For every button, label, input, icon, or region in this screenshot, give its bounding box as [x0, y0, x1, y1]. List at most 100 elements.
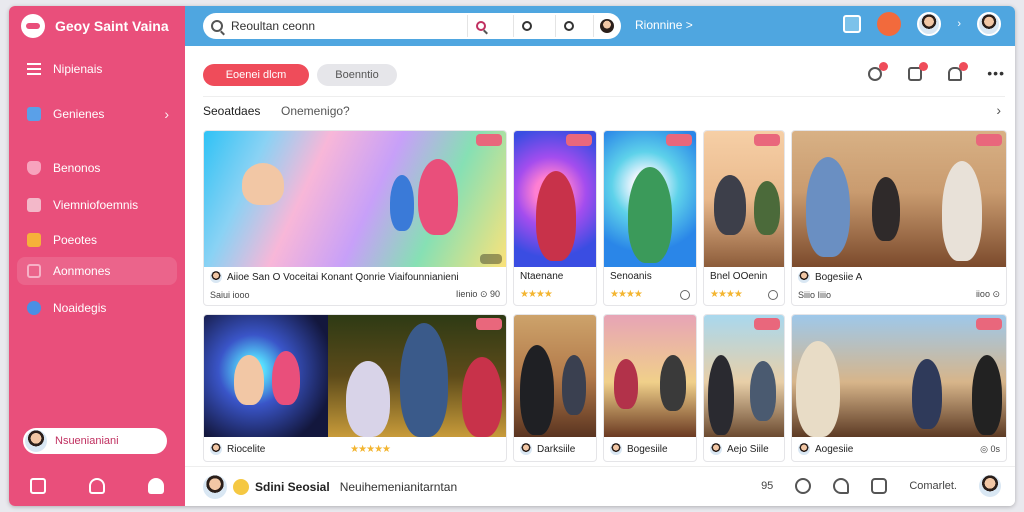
tab-secondary[interactable]: Boenntio [317, 64, 397, 86]
video-card[interactable]: Bogesiile [603, 314, 697, 462]
video-card[interactable]: Senoanis ★★★★ [603, 130, 697, 306]
card-meta: Darksiile [520, 443, 590, 455]
card-stats: ★★★★ [610, 289, 690, 300]
bell-button[interactable] [947, 62, 969, 82]
timer-button[interactable] [867, 62, 889, 82]
card-meta: Ntaenane [520, 271, 590, 282]
figure [390, 175, 414, 231]
figure [754, 181, 780, 235]
live-tag [976, 318, 1002, 330]
card-stats: Saiui iooo Iienio ⊙ 90 [210, 289, 500, 300]
sidebar-item-label: Poeotes [53, 233, 98, 247]
emoji-icon[interactable] [233, 479, 249, 495]
circle-icon [563, 21, 574, 31]
avatar[interactable] [977, 12, 1001, 36]
chevron-right-icon[interactable]: › [957, 18, 961, 30]
card-meta: Bogesiile [610, 443, 690, 455]
bookmark-icon[interactable] [871, 478, 888, 494]
status-button[interactable] [555, 15, 581, 37]
sidebar-item-genienes[interactable]: Genienes › [17, 100, 177, 128]
video-card[interactable]: Aejo Siile [703, 314, 785, 462]
video-card[interactable]: Aogesiie ◎ 0s [791, 314, 1007, 462]
sidebar-item-aonmones[interactable]: Aonmones [17, 257, 177, 285]
video-card[interactable]: Riocelite ★★★★★ [203, 314, 507, 462]
sidebar-item-noaidegis[interactable]: Noaidegis [17, 294, 177, 322]
top-link[interactable]: Rionnine > [635, 18, 693, 32]
avatar [798, 271, 810, 283]
people-icon[interactable] [88, 478, 105, 494]
card-subtitle: Siiio Iiiio [798, 289, 832, 300]
card-title: Darksiile [537, 443, 576, 455]
tab-bar: Eoenei dlcm Boenntio [203, 64, 397, 86]
figure [806, 157, 850, 257]
figure [912, 359, 942, 429]
video-card[interactable]: Bnel OOenin ★★★★ [703, 130, 785, 306]
brand[interactable]: Geoy Saint Vaina [21, 14, 169, 38]
card-title: Riocelite [227, 443, 266, 455]
chevron-right-icon[interactable]: › [996, 102, 1001, 118]
card-title: Bnel OOenin [710, 271, 768, 282]
video-card[interactable]: Darksiile [513, 314, 597, 462]
video-card[interactable]: Ntaenane ★★★★ [513, 130, 597, 306]
section-subtitle[interactable]: Onemenigo? [281, 104, 350, 118]
avatar [520, 443, 532, 455]
avatar[interactable] [979, 475, 1001, 497]
sidebar-item-label: Benonos [53, 161, 101, 175]
grid-icon[interactable] [30, 478, 47, 494]
tab-primary[interactable]: Eoenei dlcm [203, 64, 309, 86]
search-submit-button[interactable] [467, 15, 493, 37]
sidebar-item-label: Nipienais [53, 62, 103, 76]
sidebar-item-poeotes[interactable]: Poeotes [17, 226, 177, 254]
figure [562, 355, 586, 415]
search-icon [475, 21, 486, 31]
menu-icon [27, 63, 41, 75]
person-icon[interactable] [147, 478, 164, 494]
camera-icon[interactable] [843, 15, 862, 33]
thumbnail [604, 131, 696, 267]
search-bar [203, 13, 621, 39]
video-card[interactable]: Bogesiie A Siiio Iiiio iioo ⊙ [791, 130, 1007, 306]
avatar[interactable] [203, 475, 227, 499]
channel-name: Sdini Seosial [255, 480, 330, 494]
card-count: ◎ 0s [980, 443, 1000, 454]
sidebar: Geoy Saint Vaina Nipienais Genienes › Be… [9, 6, 185, 506]
card-stats: ★★★★ [520, 289, 590, 300]
topbar-actions: › [843, 12, 1001, 36]
globe-icon [27, 301, 41, 315]
main-content: Eoenei dlcm Boenntio ••• Seoatdaes Oneme… [185, 46, 1015, 466]
card-meta: Bnel OOenin [710, 271, 778, 282]
figure [520, 345, 554, 435]
comment-icon[interactable] [833, 478, 850, 494]
avatar[interactable] [917, 12, 942, 36]
rating-stars: ★★★★ [520, 289, 553, 300]
profile-button[interactable] [593, 15, 619, 37]
home-button[interactable] [907, 62, 929, 82]
avatar [25, 430, 47, 452]
figure [242, 163, 284, 205]
thumbnail [204, 131, 506, 267]
sidebar-item-nipienais[interactable]: Nipienais [17, 55, 177, 83]
info-icon [680, 289, 690, 300]
brand-logo-icon [21, 14, 45, 38]
share-icon[interactable] [795, 478, 812, 494]
current-user-pill[interactable]: Nsuenianiani [23, 428, 167, 454]
avatar [599, 19, 614, 33]
card-meta: Riocelite ★★★★★ [210, 443, 500, 455]
sidebar-item-label: Noaidegis [53, 301, 107, 315]
status-text: Neuihemenianitarntan [339, 480, 458, 494]
sidebar-item-benonos[interactable]: Benonos [17, 154, 177, 182]
notification-icon[interactable] [877, 12, 902, 36]
figure [660, 355, 686, 411]
sidebar-item-viemniofoemnis[interactable]: Viemniofoemnis [17, 191, 177, 219]
section-title: Seoatdaes [203, 104, 261, 118]
more-options-icon[interactable]: ••• [987, 65, 1005, 81]
search-input[interactable] [231, 19, 471, 33]
comment-link[interactable]: Comarlet. [909, 480, 957, 492]
avatar [710, 443, 722, 455]
video-card[interactable]: Aiioe San O Voceitai Konant Qonrie Viaif… [203, 130, 507, 306]
thumbnail [704, 315, 784, 437]
card-stats: ★★★★ [710, 289, 778, 300]
figure [942, 161, 982, 261]
chat-button[interactable] [513, 15, 539, 37]
live-tag [476, 134, 502, 146]
